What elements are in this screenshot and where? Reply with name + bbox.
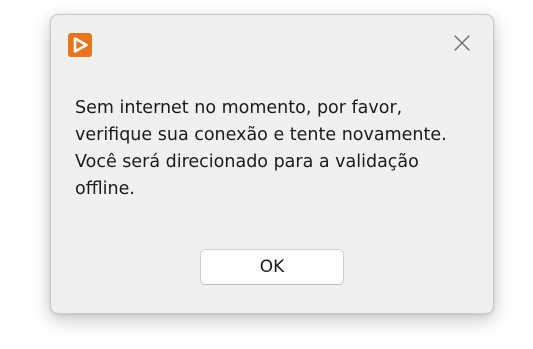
play-logo-icon [68, 33, 92, 57]
message-dialog: Sem internet no momento, por favor, veri… [50, 14, 494, 314]
close-button[interactable] [447, 31, 477, 59]
close-icon [453, 34, 471, 56]
ok-button[interactable]: OK [200, 249, 344, 285]
dialog-message: Sem internet no momento, por favor, veri… [75, 98, 447, 199]
